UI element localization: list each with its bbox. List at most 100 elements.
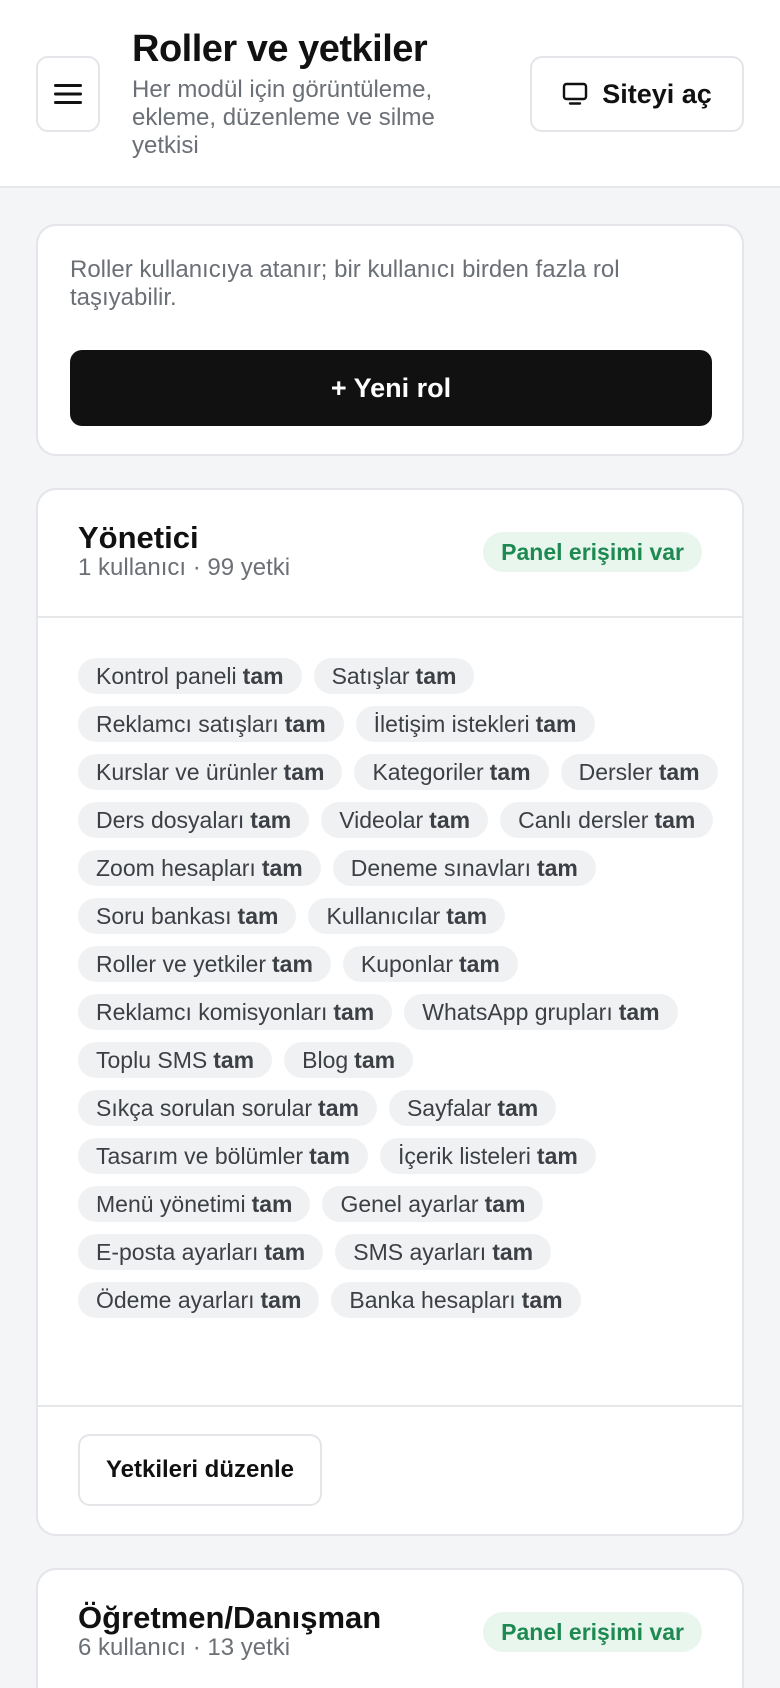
hamburger-menu-icon — [54, 84, 82, 104]
permission-chip: Deneme sınavları tam — [332, 850, 596, 886]
menu-button[interactable] — [36, 56, 100, 132]
permission-module: Kategoriler — [372, 758, 484, 785]
permission-module: Kullanıcılar — [326, 902, 441, 929]
role-card-header: Yönetici 1 kullanıcı · 99 yetki Panel er… — [38, 490, 742, 616]
permission-level: tam — [536, 854, 578, 881]
permission-level: tam — [658, 758, 700, 785]
permission-chip: İletişim istekleri tam — [355, 706, 595, 742]
permission-level: tam — [618, 998, 660, 1025]
permission-level: tam — [446, 902, 488, 929]
permission-chip: SMS ayarları tam — [335, 1234, 552, 1270]
permission-module: Satışlar — [331, 662, 410, 689]
role-card-header: Öğretmen/Danışman 6 kullanıcı · 13 yetki… — [38, 1570, 742, 1688]
permission-module: Kontrol paneli — [96, 662, 237, 689]
panel-access-badge: Panel erişimi var — [483, 532, 702, 572]
divider — [38, 1405, 742, 1407]
open-site-button[interactable]: Siteyi aç — [530, 56, 744, 132]
permission-chip: Videolar tam — [321, 802, 489, 838]
permission-level: tam — [251, 1190, 293, 1217]
permission-module: Toplu SMS — [96, 1046, 208, 1073]
permission-module: Genel ayarlar — [340, 1190, 479, 1217]
permission-chip: Reklamcı satışları tam — [78, 706, 344, 742]
permission-chip: Reklamcı komisyonları tam — [78, 994, 393, 1030]
permission-module: Banka hesapları — [349, 1286, 516, 1313]
permission-level: tam — [261, 854, 303, 881]
permission-level: tam — [242, 662, 284, 689]
permission-chip: E-posta ayarları tam — [78, 1234, 324, 1270]
permission-chip: Kontrol paneli tam — [78, 658, 302, 694]
intro-card: Roller kullanıcıya atanır; bir kullanıcı… — [36, 224, 744, 456]
edit-permissions-button[interactable]: Yetkileri düzenle — [78, 1434, 322, 1506]
permission-module: Reklamcı satışları — [96, 710, 279, 737]
permission-module: Menü yönetimi — [96, 1190, 246, 1217]
permission-level: tam — [250, 806, 292, 833]
role-name: Yönetici — [78, 520, 199, 555]
permission-module: Blog — [302, 1046, 349, 1073]
permission-level: tam — [535, 710, 577, 737]
open-site-label: Siteyi aç — [602, 78, 712, 109]
permission-module: E-posta ayarları — [96, 1238, 259, 1265]
permission-chip: Tasarım ve bölümler tam — [78, 1138, 368, 1174]
permission-module: Deneme sınavları — [350, 854, 531, 881]
monitor-icon — [563, 82, 588, 105]
permission-level: tam — [333, 998, 375, 1025]
permission-module: Ödeme ayarları — [96, 1286, 255, 1313]
panel-access-badge: Panel erişimi var — [483, 1612, 702, 1652]
permission-module: Kuponlar — [360, 950, 453, 977]
permission-level: tam — [429, 806, 471, 833]
permission-module: İletişim istekleri — [373, 710, 530, 737]
permission-level: tam — [484, 1190, 526, 1217]
permission-chip: Banka hesapları tam — [331, 1282, 581, 1318]
permission-chip-list: Kontrol paneli tam Satışlar tam Reklamcı sat… — [78, 658, 718, 1318]
role-name: Öğretmen/Danışman — [78, 1600, 382, 1635]
permission-module: Sıkça sorulan sorular — [96, 1094, 313, 1121]
permission-chip: Kurslar ve ürünler tam — [78, 754, 343, 790]
permission-level: tam — [492, 1238, 534, 1265]
permission-chip: Kuponlar tam — [342, 946, 518, 982]
permission-chip: Canlı dersler tam — [500, 802, 714, 838]
permission-module: Kurslar ve ürünler — [96, 758, 278, 785]
permission-level: tam — [354, 1046, 396, 1073]
role-meta: 1 kullanıcı · 99 yetki — [78, 554, 291, 581]
top-header: Roller ve yetkiler Her modül için görünt… — [0, 0, 780, 188]
permission-chip: Satışlar tam — [313, 658, 475, 694]
permission-module: Zoom hesapları — [96, 854, 256, 881]
permission-level: tam — [497, 1094, 539, 1121]
permission-chip: Kullanıcılar tam — [308, 898, 506, 934]
permission-chip: Sıkça sorulan sorular tam — [78, 1090, 377, 1126]
permission-level: tam — [458, 950, 500, 977]
permission-module: Canlı dersler — [518, 806, 649, 833]
permission-level: tam — [489, 758, 531, 785]
permission-chip: Ders dosyaları tam — [78, 802, 310, 838]
header-text: Roller ve yetkiler Her modül için görünt… — [132, 26, 472, 160]
permission-level: tam — [237, 902, 279, 929]
permission-chip: WhatsApp grupları tam — [404, 994, 678, 1030]
permission-chip: Genel ayarlar tam — [322, 1186, 544, 1222]
new-role-button[interactable]: + Yeni rol — [70, 350, 712, 426]
permission-chip: Sayfalar tam — [388, 1090, 557, 1126]
permission-module: İçerik listeleri — [397, 1142, 531, 1169]
role-card: Yönetici 1 kullanıcı · 99 yetki Panel er… — [36, 488, 744, 1536]
permission-level: tam — [536, 1142, 578, 1169]
role-card: Öğretmen/Danışman 6 kullanıcı · 13 yetki… — [36, 1568, 744, 1688]
page-title: Roller ve yetkiler — [132, 28, 428, 70]
permission-level: tam — [318, 1094, 359, 1121]
permission-module: WhatsApp grupları — [422, 998, 613, 1025]
permission-module: SMS ayarları — [353, 1238, 487, 1265]
permission-module: Ders dosyaları — [96, 806, 245, 833]
permission-chip: Dersler tam — [560, 754, 718, 790]
permission-module: Reklamcı komisyonları — [96, 998, 328, 1025]
permission-level: tam — [213, 1046, 255, 1073]
permission-chip: Ödeme ayarları tam — [78, 1282, 320, 1318]
permission-chip: Toplu SMS tam — [78, 1042, 273, 1078]
permission-level: tam — [654, 806, 696, 833]
permission-level: tam — [264, 1238, 306, 1265]
permission-level: tam — [284, 710, 326, 737]
permission-chip: Zoom hesapları tam — [78, 850, 321, 886]
permission-module: Soru bankası — [96, 902, 232, 929]
permission-chip: Blog tam — [284, 1042, 414, 1078]
permission-module: Videolar — [339, 806, 424, 833]
permission-level: tam — [283, 758, 325, 785]
permission-module: Roller ve yetkiler — [96, 950, 266, 977]
permission-module: Dersler — [578, 758, 653, 785]
